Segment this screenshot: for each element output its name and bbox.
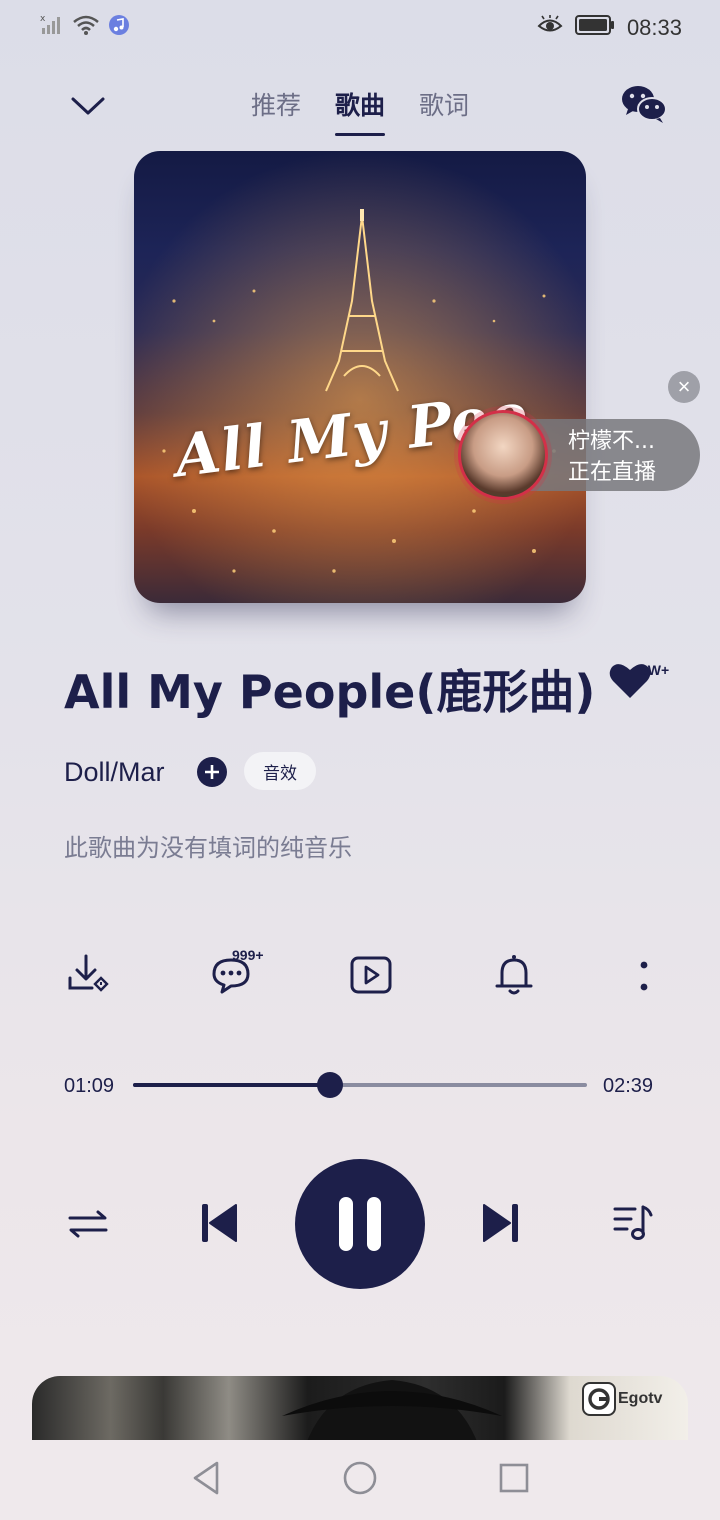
battery-icon [574,14,615,41]
status-bar: x 08:33 [0,0,720,56]
live-avatar[interactable] [458,410,548,500]
status-right: 08:33 [537,14,682,41]
nav-home-button[interactable] [342,1460,378,1501]
wifi-icon [72,14,100,41]
system-nav-bar [0,1440,720,1520]
playlist-icon [613,1205,653,1240]
sound-effect-button[interactable]: 音效 [244,752,316,790]
tab-recommend[interactable]: 推荐 [251,86,301,134]
skip-next-icon [483,1204,518,1242]
svg-text:x: x [40,14,46,24]
egotv-logo-icon [582,1382,616,1416]
playlist-button[interactable] [608,1198,658,1248]
triangle-back-icon [193,1461,219,1494]
progress-thumb[interactable] [317,1072,344,1098]
live-text[interactable]: 柠檬不... 正在直播 [568,426,656,488]
more-vertical-icon [640,961,648,991]
pause-button[interactable] [295,1159,425,1289]
song-title: All My People(鹿形曲) [64,665,596,719]
previous-button[interactable] [194,1198,242,1248]
tab-lyrics[interactable]: 歌词 [419,86,469,134]
play-mode-button[interactable] [64,1200,112,1248]
wechat-icon [622,86,667,123]
sequential-mode-icon [68,1210,108,1238]
video-logo-text: Egotv [618,1390,663,1407]
artist-name[interactable]: Doll/Mar [64,757,165,788]
tab-bar: 推荐 歌曲 歌词 [0,86,720,136]
live-streamer-name: 柠檬不... [568,429,655,454]
close-icon: × [677,374,691,399]
signal-icon: x [40,14,64,41]
status-time: 08:33 [626,14,682,40]
comment-count: 999+ [232,947,264,963]
live-status: 正在直播 [568,460,657,485]
plus-icon [205,765,219,779]
elapsed-time: 01:09 [64,1075,115,1097]
status-left: x [40,14,130,41]
ringtone-button[interactable] [489,950,539,1000]
total-time: 02:39 [603,1075,654,1097]
music-app-icon [108,14,130,41]
bell-icon [495,955,533,995]
lyric-note: 此歌曲为没有填词的纯音乐 [64,834,352,862]
mv-button[interactable] [346,950,396,1000]
progress-slider[interactable] [133,1072,587,1098]
live-close-button[interactable]: × [668,371,700,403]
wechat-share-button[interactable] [620,82,668,126]
like-count: 9W+ [640,662,670,678]
pause-icon [339,1197,381,1251]
circle-home-icon [343,1461,377,1494]
more-button[interactable] [619,950,669,1000]
eye-icon [537,15,563,40]
nav-back-button[interactable] [190,1460,222,1501]
follow-artist-button[interactable] [197,757,227,787]
cover-artwork [134,151,586,603]
next-button[interactable] [478,1198,526,1248]
video-play-icon [350,956,392,994]
tab-song[interactable]: 歌曲 [334,86,386,136]
square-recents-icon [499,1463,529,1492]
album-cover[interactable]: All My Peo [134,151,586,603]
video-logo: Egotv [582,1382,662,1416]
download-icon [68,954,109,992]
skip-previous-icon [202,1204,237,1242]
download-button[interactable] [64,950,114,1000]
progress-fill [133,1083,331,1087]
nav-recents-button[interactable] [498,1462,530,1499]
